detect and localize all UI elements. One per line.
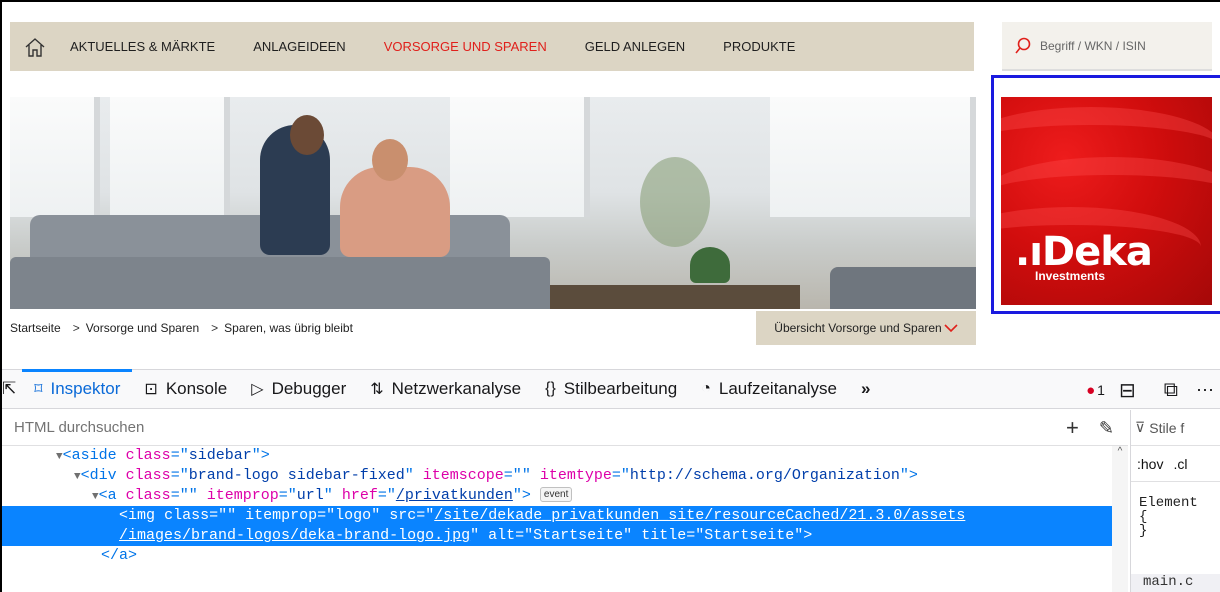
chevron-right-icon: > [72,321,80,335]
scroll-up-icon[interactable]: ^ [1112,446,1128,457]
markup-node-a-close[interactable]: </a> [2,546,1112,566]
overview-dropdown-button[interactable]: Übersicht Vorsorge und Sparen [756,311,976,345]
expand-triangle-icon[interactable]: ▼ [56,451,63,463]
nav-item-produkte[interactable]: PRODUKTE [723,39,795,54]
network-icon: ⇅ [370,381,384,398]
deka-brand-logo[interactable]: .ıDeka Investments [1001,97,1212,305]
more-tabs-icon[interactable]: » [849,369,882,409]
tab-performance[interactable]: ◔ Laufzeitanalyse [689,369,849,409]
expand-triangle-icon[interactable]: ▼ [74,471,81,483]
tab-performance-label: Laufzeitanalyse [718,379,838,398]
html-search-input[interactable]: HTML durchsuchen + ✎ [2,410,1128,446]
rules-toggles: :hov .cl [1131,446,1220,482]
tab-style-editor-label: Stilbearbeitung [563,379,678,398]
devtools-toolbar-right: ● 1 ⊟ ⧉ ⋯ [1086,370,1220,410]
overview-button-label: Übersicht Vorsorge und Sparen [774,321,942,335]
inspector-tools: + ✎ [1066,410,1114,446]
console-icon: ⊡ [144,381,158,398]
tab-console-label: Konsole [165,379,228,398]
rules-filter-input[interactable]: ⊽ Stile f [1131,410,1220,446]
tab-network[interactable]: ⇅ Netzwerkanalyse [358,369,533,409]
markup-node-aside[interactable]: ▼<aside class="sidebar"> [2,446,1112,466]
error-icon[interactable]: ● [1086,382,1095,399]
markup-node-div[interactable]: ▼<div class="brand-logo sidebar-fixed" i… [2,466,1112,486]
search-icon [1015,37,1031,53]
breadcrumb: Startseite > Vorsorge und Sparen > Spare… [10,318,353,338]
tab-inspector-label: Inspektor [50,379,121,398]
markup-node-img-selected[interactable]: <img class="" itemprop="logo" src="/site… [2,506,1112,546]
tab-debugger[interactable]: ▷ Debugger [239,369,358,409]
eyedropper-icon[interactable]: ✎ [1099,418,1114,439]
pick-element-icon[interactable]: ⇱ [2,369,22,409]
devtools-toolbar: ⇱ ⌑ Inspektor ⊡ Konsole ▷ Debugger ⇅ Net… [2,369,1220,409]
chevron-down-icon [944,324,958,333]
hov-toggle[interactable]: :hov [1137,456,1163,472]
error-count[interactable]: 1 [1097,382,1105,398]
markup-view: ▼<aside class="sidebar"> ▼<div class="br… [2,446,1112,592]
inspector-icon: ⌑ [34,381,43,398]
chevron-right-icon: > [211,321,219,335]
rules-panel: ⊽ Stile f :hov .cl Element { } main.c [1130,410,1220,592]
filter-icon: ⊽ [1135,419,1146,435]
cls-toggle[interactable]: .cl [1173,456,1187,472]
dock-options-icon[interactable]: ⧉ [1164,379,1178,402]
debugger-icon: ▷ [251,381,264,398]
nav-item-anlageideen[interactable]: ANLAGEIDEEN [253,39,345,54]
element-rule-selector: Element [1139,495,1198,511]
rules-filter-placeholder: Stile f [1149,419,1185,436]
event-badge[interactable]: event [539,487,573,502]
expand-triangle-icon[interactable]: ▼ [92,491,99,503]
nav-item-geld-anlegen[interactable]: GELD ANLEGEN [585,39,685,54]
logo-subtitle: Investments [1035,269,1106,283]
nav-item-aktuelles[interactable]: AKTUELLES & MÄRKTE [70,39,215,54]
breadcrumb-item-vorsorge[interactable]: Vorsorge und Sparen [86,321,199,335]
performance-icon: ◔ [701,380,711,397]
split-console-icon[interactable]: ⊟ [1119,378,1136,403]
add-node-icon[interactable]: + [1066,415,1079,441]
element-rule: Element { } [1131,496,1220,538]
breadcrumb-item-startseite[interactable]: Startseite [10,321,61,335]
main-navigation: AKTUELLES & MÄRKTE ANLAGEIDEEN VORSORGE … [10,22,974,71]
rule-brace-close: } [1139,523,1148,539]
tab-inspector[interactable]: ⌑ Inspektor [22,369,133,409]
home-icon[interactable] [10,22,60,71]
tab-style-editor[interactable]: {} Stilbearbeitung [533,369,689,409]
tab-network-label: Netzwerkanalyse [391,379,522,398]
more-options-icon[interactable]: ⋯ [1196,380,1214,401]
markup-scrollbar[interactable]: ^ [1112,446,1128,592]
search-placeholder: Begriff / WKN / ISIN [1040,38,1146,53]
rule-brace-open: { [1139,509,1148,525]
tab-console[interactable]: ⊡ Konsole [132,369,239,409]
html-search-placeholder: HTML durchsuchen [14,419,145,436]
site-search-input[interactable]: Begriff / WKN / ISIN [1002,22,1212,71]
markup-node-a[interactable]: ▼<a class="" itemprop="url" href="/priva… [2,486,1112,506]
nav-item-vorsorge[interactable]: VORSORGE UND SPAREN [384,39,547,54]
browser-viewport: AKTUELLES & MÄRKTE ANLAGEIDEEN VORSORGE … [0,0,1220,592]
hero-image [10,97,976,309]
stylesheet-source[interactable]: main.c [1131,574,1220,592]
style-editor-icon: {} [545,380,556,397]
tab-debugger-label: Debugger [271,379,347,398]
breadcrumb-item-current: Sparen, was übrig bleibt [224,321,353,335]
